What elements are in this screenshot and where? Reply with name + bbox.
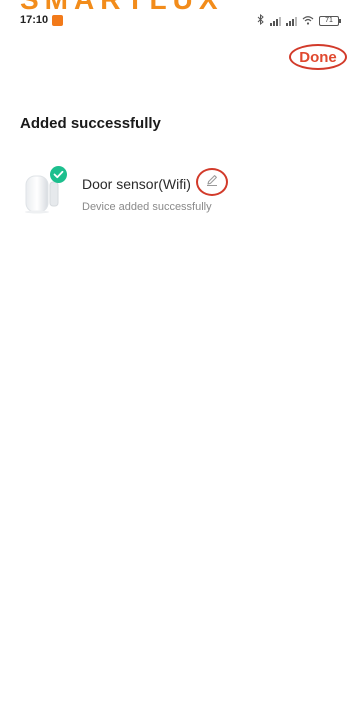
signal-strength-icon-2 bbox=[286, 16, 297, 26]
page-title: Added successfully bbox=[20, 115, 161, 132]
wifi-icon bbox=[302, 15, 314, 28]
check-icon bbox=[50, 166, 67, 183]
status-bar: 17:10 71 bbox=[0, 12, 353, 32]
edit-name-button[interactable] bbox=[196, 168, 228, 196]
device-status-text: Device added successfully bbox=[82, 201, 212, 213]
device-list-item[interactable]: Door sensor(Wifi) Device added successfu… bbox=[20, 166, 340, 218]
banner-logo-text: SMARTLUX bbox=[20, 0, 224, 12]
done-button[interactable]: Done bbox=[289, 44, 347, 70]
app-screen: SMARTLUX 17:10 71 bbox=[0, 0, 353, 716]
status-time: 17:10 bbox=[20, 14, 49, 26]
notification-app-icon bbox=[52, 15, 63, 26]
pencil-icon bbox=[205, 173, 219, 192]
device-name: Door sensor(Wifi) bbox=[82, 176, 191, 192]
battery-icon: 71 bbox=[319, 16, 341, 26]
status-indicators: 71 bbox=[257, 13, 341, 28]
signal-strength-icon bbox=[270, 16, 281, 26]
top-banner: SMARTLUX bbox=[0, 0, 353, 12]
bluetooth-icon bbox=[257, 13, 265, 28]
